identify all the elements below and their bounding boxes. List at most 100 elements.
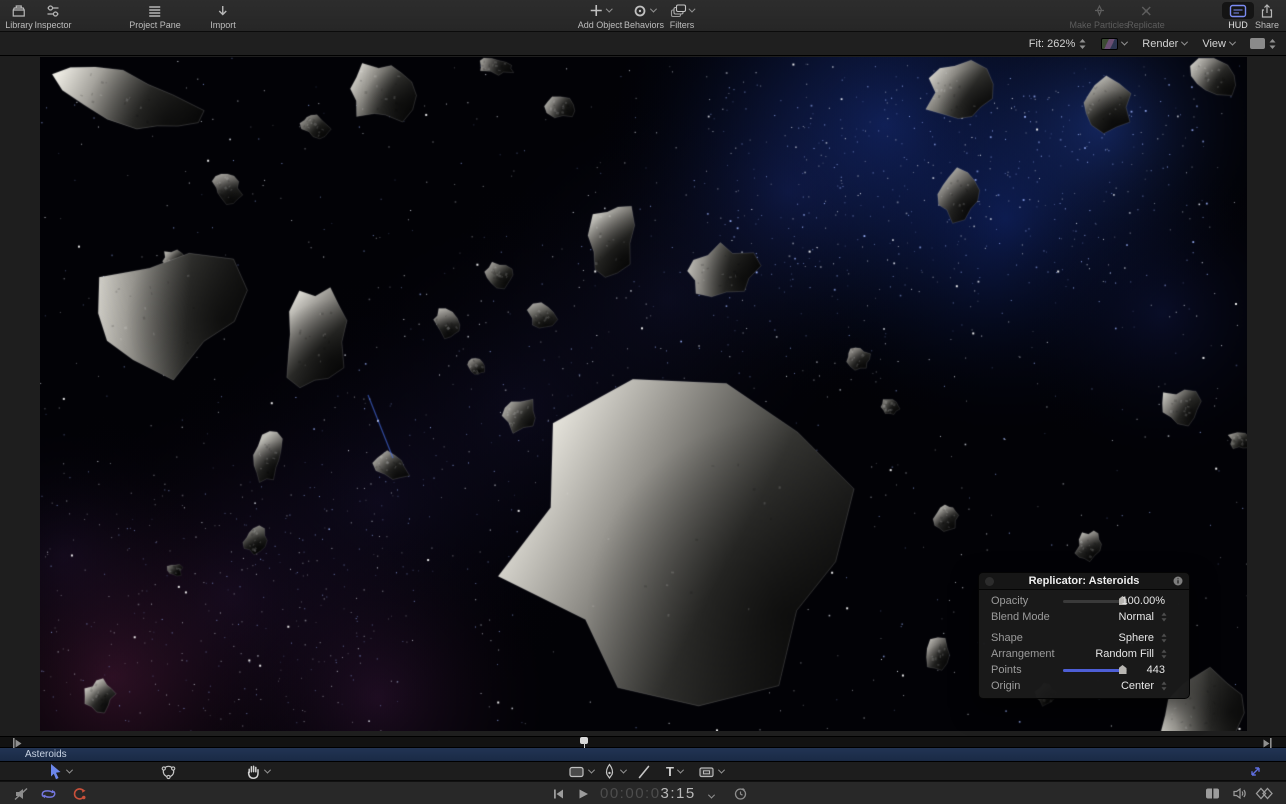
show-audio-button[interactable]: [1231, 785, 1248, 802]
hud-row-arrangement: Arrangement Random Fill: [979, 646, 1189, 662]
add-object-button[interactable]: Add Object: [578, 2, 623, 30]
points-label: Points: [991, 664, 1022, 676]
points-slider-thumb[interactable]: [1119, 665, 1127, 674]
share-label: Share: [1255, 20, 1279, 30]
make-particles-icon: [1091, 3, 1107, 18]
chevron-down-icon: [1181, 39, 1188, 46]
hud-row-blend-mode: Blend Mode Normal: [979, 609, 1189, 625]
mute-button[interactable]: [13, 785, 30, 802]
shape-tool[interactable]: [568, 763, 594, 780]
adjust-3d-tool[interactable]: [160, 763, 177, 780]
points-value: 443: [1147, 664, 1165, 676]
timecode-menu[interactable]: [709, 788, 714, 804]
project-pane-label: Project Pane: [129, 20, 181, 30]
mini-timeline-ruler[interactable]: [0, 736, 1286, 748]
show-keyframe-editor-button[interactable]: [1255, 785, 1274, 802]
record-button[interactable]: [70, 785, 88, 802]
replicate-label: Replicate: [1127, 20, 1165, 30]
chevron-down-icon: [708, 792, 715, 799]
timeline-resize-handle[interactable]: [1248, 763, 1263, 780]
keyframes-icon: [1255, 786, 1274, 801]
add-icon: [589, 3, 604, 18]
hud-row-opacity: Opacity 100.00%: [979, 593, 1189, 609]
display-mode-control[interactable]: [1250, 38, 1276, 50]
timecode-mode-button[interactable]: [733, 785, 748, 802]
blend-mode-value[interactable]: Normal: [1119, 611, 1154, 623]
hud-panel[interactable]: Replicator: Asteroids Opacity 100.00% Bl…: [978, 572, 1190, 699]
hud-button[interactable]: HUD: [1222, 2, 1254, 30]
show-timeline-button[interactable]: [1204, 785, 1221, 802]
view-menu[interactable]: View: [1202, 38, 1235, 50]
hud-label: HUD: [1228, 20, 1248, 30]
origin-stepper-icon[interactable]: [1161, 681, 1167, 691]
rectangle-shape-icon: [568, 764, 585, 780]
shape-stepper-icon[interactable]: [1161, 633, 1167, 643]
select-transform-tool[interactable]: [48, 763, 72, 780]
hud-title: Replicator: Asteroids: [1029, 575, 1140, 587]
chevron-down-icon: [620, 767, 627, 774]
paint-stroke-tool[interactable]: [637, 763, 651, 780]
make-particles-button[interactable]: Make Particles: [1069, 2, 1128, 30]
hud-icon: [1229, 4, 1247, 18]
pan-tool[interactable]: [245, 763, 270, 780]
play-button[interactable]: [576, 785, 590, 802]
speaker-muted-icon: [13, 786, 30, 802]
chevron-down-icon: [1229, 39, 1236, 46]
hud-row-points: Points 443: [979, 662, 1189, 678]
hand-icon: [245, 763, 261, 780]
mask-tool[interactable]: [698, 763, 724, 780]
points-slider-fill: [1063, 669, 1123, 672]
render-menu[interactable]: Render: [1142, 38, 1187, 50]
bezier-tool[interactable]: [602, 763, 626, 780]
transport-bar: 00:00:03:15: [0, 781, 1286, 804]
timecode-display[interactable]: 00:00:03:15: [600, 785, 696, 802]
origin-value[interactable]: Center: [1121, 680, 1154, 692]
resize-diagonal-icon: [1248, 764, 1263, 779]
share-button[interactable]: Share: [1255, 2, 1279, 30]
hud-close-button[interactable]: [985, 577, 994, 586]
chevron-down-icon: [677, 767, 684, 774]
text-tool[interactable]: T: [666, 763, 683, 780]
behaviors-icon: [632, 3, 648, 19]
points-slider[interactable]: [1063, 669, 1127, 672]
go-to-start-button[interactable]: [551, 785, 565, 802]
timecode-hours-minutes: 00:00:0: [600, 785, 661, 802]
blend-mode-stepper-icon[interactable]: [1161, 612, 1167, 622]
replicate-button[interactable]: Replicate: [1127, 2, 1165, 30]
add-object-label: Add Object: [578, 20, 623, 30]
chevron-down-icon: [718, 767, 725, 774]
library-button[interactable]: Library: [5, 2, 33, 30]
channels-popup[interactable]: [1101, 38, 1127, 50]
hud-rows: Opacity 100.00% Blend Mode Normal Shape …: [979, 590, 1189, 694]
behaviors-button[interactable]: Behaviors: [624, 2, 664, 30]
import-icon: [214, 3, 231, 19]
hud-title-bar[interactable]: Replicator: Asteroids: [979, 573, 1189, 590]
chevron-down-icon: [688, 6, 695, 13]
library-label: Library: [5, 20, 33, 30]
filters-icon: [670, 3, 687, 19]
shape-value[interactable]: Sphere: [1119, 632, 1154, 644]
make-particles-label: Make Particles: [1069, 20, 1128, 30]
display-mode-stepper-icon: [1269, 38, 1276, 50]
loop-playback-button[interactable]: [39, 785, 58, 802]
zoom-level-control[interactable]: Fit: 262%: [1029, 38, 1086, 50]
speaker-icon: [1231, 786, 1248, 801]
zoom-stepper-icon: [1079, 38, 1086, 50]
arrangement-value[interactable]: Random Fill: [1095, 648, 1154, 660]
shape-label: Shape: [991, 632, 1023, 644]
inspector-button[interactable]: Inspector: [34, 2, 71, 30]
arrangement-stepper-icon[interactable]: [1161, 649, 1167, 659]
project-pane-button[interactable]: Project Pane: [129, 2, 181, 30]
stroke-line-icon: [637, 764, 651, 780]
clock-icon: [733, 786, 748, 801]
hud-row-origin: Origin Center: [979, 678, 1189, 694]
hud-row-shape: Shape Sphere: [979, 630, 1189, 646]
chevron-down-icon: [66, 767, 73, 774]
record-icon: [70, 786, 88, 802]
timeline-track-asteroids[interactable]: Asteroids: [0, 748, 1286, 762]
filters-button[interactable]: Filters: [670, 2, 695, 30]
opacity-slider[interactable]: [1063, 600, 1127, 603]
main-toolbar: Library Inspector Project Pane Import Ad…: [0, 0, 1286, 32]
info-icon[interactable]: [1173, 576, 1183, 586]
import-button[interactable]: Import: [210, 2, 236, 30]
